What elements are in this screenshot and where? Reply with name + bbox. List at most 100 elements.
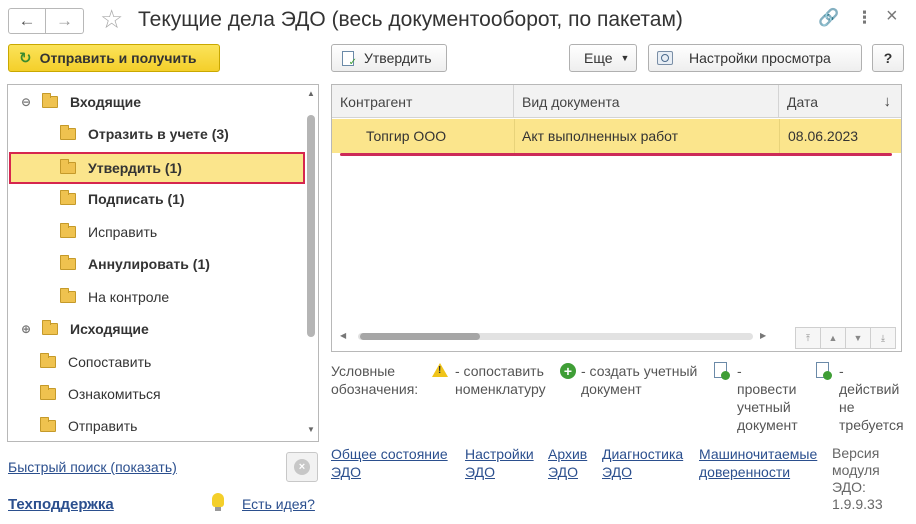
table-header: Контрагент Вид документа Дата ↓: [332, 85, 901, 118]
prev-row-icon[interactable]: ▲: [820, 327, 846, 349]
help-button[interactable]: ?: [872, 44, 904, 72]
link-icon[interactable]: 🔗: [818, 8, 839, 28]
refresh-icon: ↻: [19, 50, 32, 67]
folder-icon: [40, 353, 56, 368]
arrow-right-icon: →: [56, 11, 73, 30]
column-header-doc-type[interactable]: Вид документа: [514, 85, 779, 118]
tree-item-label: На контроле: [88, 289, 170, 305]
approve-label: Утвердить: [364, 50, 432, 66]
tree-item-annul[interactable]: Аннулировать (1): [8, 250, 304, 278]
folder-icon: [60, 125, 76, 140]
more-menu-icon[interactable]: ⋮: [856, 8, 873, 28]
cell-date: 08.06.2023: [788, 128, 859, 144]
tree-scrollbar[interactable]: ▲ ▼: [306, 89, 316, 437]
send-receive-button[interactable]: ↻ Отправить и получить: [8, 44, 220, 72]
scroll-down-arrow-icon[interactable]: ▼: [306, 425, 316, 434]
link-poa[interactable]: Машиночитаемые доверенности: [699, 445, 817, 481]
post-document-icon: [714, 362, 730, 380]
next-row-icon[interactable]: ▼: [845, 327, 871, 349]
folder-icon: [40, 385, 56, 400]
arrow-left-icon: ←: [18, 11, 36, 30]
table-row[interactable]: Топгир ООО Акт выполненных работ 08.06.2…: [332, 119, 901, 153]
page-title: Текущие дела ЭДО (весь документооборот, …: [138, 8, 683, 31]
first-row-icon[interactable]: ⤒: [795, 327, 821, 349]
tree-item-send[interactable]: Отправить: [8, 412, 304, 440]
legend-label: Условные обозначения:: [331, 363, 419, 397]
tree-item-label: Отправить: [68, 418, 138, 434]
folder-icon: [60, 190, 76, 205]
last-row-icon[interactable]: ⤓: [870, 327, 896, 349]
link-settings[interactable]: Настройки ЭДО: [465, 445, 534, 481]
close-icon[interactable]: ×: [886, 5, 898, 28]
view-settings-label: Настройки просмотра: [689, 50, 831, 66]
tree-item-label: Ознакомиться: [68, 386, 161, 402]
folder-icon: [42, 93, 58, 108]
tree-item-approve[interactable]: Утвердить (1): [9, 152, 305, 184]
back-button[interactable]: ←: [8, 8, 46, 34]
tree-item-label: Сопоставить: [68, 354, 152, 370]
dropdown-arrow-icon: ▼: [620, 53, 630, 63]
column-header-date[interactable]: Дата ↓: [779, 85, 901, 118]
folder-icon: [60, 223, 76, 238]
clear-icon: ×: [294, 459, 310, 475]
more-button[interactable]: Еще ▼: [569, 44, 637, 72]
collapse-icon[interactable]: ⊖: [20, 95, 32, 109]
support-link[interactable]: Техподдержка: [8, 496, 114, 513]
scroll-left-arrow-icon[interactable]: ◀: [340, 331, 346, 340]
sort-descending-icon: ↓: [883, 93, 892, 110]
forward-button[interactable]: →: [46, 8, 84, 34]
legend-create: - создать учетный документ: [581, 363, 698, 397]
legend-noaction: - действий не требуется: [839, 363, 904, 433]
folder-icon: [60, 159, 76, 174]
folder-icon: [60, 288, 76, 303]
tree-item-correct[interactable]: Исправить: [8, 218, 304, 246]
tree-item-label: Подписать (1): [88, 191, 185, 207]
tree-item-label: Входящие: [70, 94, 141, 110]
send-receive-label: Отправить и получить: [39, 50, 197, 66]
folder-icon: [60, 255, 76, 270]
tree-item-incoming[interactable]: ⊖ Входящие: [8, 88, 304, 116]
idea-link[interactable]: Есть идея?: [242, 496, 315, 512]
cell-counterparty: Топгир ООО: [366, 128, 447, 144]
column-header-counterparty[interactable]: Контрагент: [332, 85, 514, 118]
tree-item-label: Утвердить (1): [88, 160, 182, 176]
approve-button[interactable]: ✓ Утвердить: [331, 44, 447, 72]
view-settings-button[interactable]: Настройки просмотра: [648, 44, 862, 72]
table-horizontal-scrollbar[interactable]: ◀ ▶: [340, 331, 780, 341]
favorite-star-icon[interactable]: ☆: [100, 4, 123, 35]
row-navigation: ⤒ ▲ ▼ ⤓: [795, 327, 896, 349]
tree-item-compare[interactable]: Сопоставить: [8, 348, 304, 376]
clear-search-button[interactable]: ×: [286, 452, 318, 482]
scroll-right-arrow-icon[interactable]: ▶: [760, 331, 766, 340]
help-icon: ?: [883, 50, 893, 66]
quick-search-link[interactable]: Быстрый поиск (показать): [8, 459, 177, 475]
module-version: Версия модуля ЭДО: 1.9.9.33: [832, 445, 883, 512]
tree-item-reflect[interactable]: Отразить в учете (3): [8, 120, 304, 148]
more-label: Еще: [584, 50, 613, 66]
folder-icon: [40, 417, 56, 432]
folder-tree[interactable]: ⊖ Входящие Отразить в учете (3) Утвердит…: [7, 84, 319, 442]
documents-table[interactable]: Контрагент Вид документа Дата ↓ Топгир О…: [331, 84, 902, 352]
expand-icon[interactable]: ⊕: [20, 322, 32, 336]
link-general-state[interactable]: Общее состояние ЭДО: [331, 445, 448, 481]
tree-item-review[interactable]: Ознакомиться: [8, 380, 304, 408]
tree-item-label: Отразить в учете (3): [88, 126, 229, 142]
folder-icon: [42, 320, 58, 335]
link-diagnostics[interactable]: Диагностика ЭДО: [602, 445, 683, 481]
tree-item-label: Аннулировать (1): [88, 256, 210, 272]
no-action-icon: [816, 362, 832, 380]
highlight-underline: [340, 153, 892, 156]
tree-item-control[interactable]: На контроле: [8, 283, 304, 311]
scrollbar-thumb[interactable]: [307, 115, 315, 337]
approve-doc-icon: ✓: [342, 50, 357, 68]
tree-item-label: Исправить: [88, 224, 158, 240]
warning-icon: [432, 363, 448, 377]
scroll-up-arrow-icon[interactable]: ▲: [306, 89, 316, 98]
tree-item-sign[interactable]: Подписать (1): [8, 185, 304, 213]
legend-post: - провести учетный документ: [737, 363, 798, 433]
tree-item-outgoing[interactable]: ⊕ Исходящие: [8, 315, 304, 343]
legend-compare: - сопоставить номенклатуру: [455, 363, 546, 397]
scrollbar-thumb[interactable]: [360, 333, 480, 340]
cell-doc-type: Акт выполненных работ: [522, 128, 679, 144]
link-archive[interactable]: Архив ЭДО: [548, 445, 587, 481]
